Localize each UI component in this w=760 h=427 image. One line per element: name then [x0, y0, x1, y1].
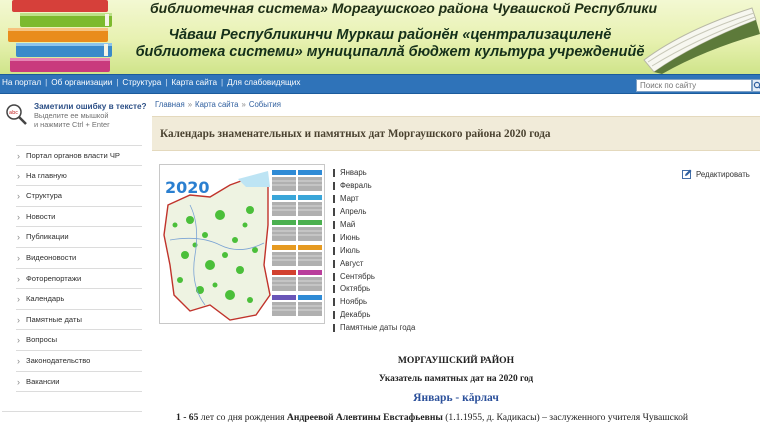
sidebar-divider — [2, 411, 142, 412]
month-link-october[interactable]: Октябрь — [333, 283, 415, 296]
magnifier-typo-icon: abc — [6, 104, 27, 125]
top-navigation: На портал | Об организации | Структура | Карта… — [0, 74, 760, 94]
header-title-line2: Чăваш Республикинчи Муркаш районĕн «цент… — [135, 27, 645, 60]
search-icon — [753, 81, 760, 89]
article-text-1: лет со дня рождения — [198, 412, 287, 423]
sidebar-item-memorable-dates[interactable]: Памятные даты — [16, 310, 142, 331]
sidebar-menu: Портал органов власти ЧР На главную Стру… — [16, 145, 142, 393]
page-title-box: Календарь знаменательных и памятных дат … — [152, 116, 760, 151]
article-person-name: Андреевой Алевтины Евстафьевны — [286, 412, 443, 423]
sidebar-item-vacancies[interactable]: Вакансии — [16, 372, 142, 393]
month-link-february[interactable]: Февраль — [333, 180, 415, 193]
breadcrumb-home[interactable]: Главная — [155, 100, 185, 109]
sidebar-item-questions[interactable]: Вопросы — [16, 330, 142, 351]
sidebar-item-news[interactable]: Новости — [16, 207, 142, 228]
sidebar-item-calendar[interactable]: Календарь — [16, 289, 142, 310]
month-link-august[interactable]: Август — [333, 258, 415, 271]
month-link-march[interactable]: Март — [333, 193, 415, 206]
month-link-july[interactable]: Июль — [333, 245, 415, 258]
article-text-2: (1.1.1955, д. Кадикасы) – заслуженного у… — [442, 412, 689, 423]
month-link-may[interactable]: Май — [333, 219, 415, 232]
article-heading-index: Указатель памятных дат на 2020 год — [378, 374, 534, 384]
month-link-january[interactable]: Январь — [333, 167, 415, 180]
month-link-june[interactable]: Июнь — [333, 232, 415, 245]
svg-text:abc: abc — [9, 110, 18, 116]
month-link-april[interactable]: Апрель — [333, 206, 415, 219]
header-banner: библиотечная система» Моргаушского район… — [0, 0, 760, 74]
nav-structure[interactable]: Структура — [122, 78, 161, 87]
nav-sitemap[interactable]: Карта сайта — [171, 78, 217, 87]
sidebar-item-legislation[interactable]: Законодательство — [16, 351, 142, 372]
search-button[interactable] — [752, 79, 760, 92]
month-link-november[interactable]: Ноябрь — [333, 296, 415, 309]
breadcrumb-sitemap[interactable]: Карта сайта — [195, 100, 238, 109]
sidebar-item-home[interactable]: На главную — [16, 166, 142, 187]
svg-text:2020: 2020 — [165, 178, 210, 197]
pencil-edit-icon — [682, 169, 692, 179]
open-book-icon — [643, 7, 760, 74]
article-heading-january: Январь - кăрлач — [413, 392, 499, 404]
typo-report-widget: abc Заметили ошибку в тексте? Выделите е… — [2, 100, 152, 130]
header-title-line1: библиотечная система» Моргаушского район… — [150, 0, 658, 16]
article-heading-district: МОРГАУШСКИЙ РАЙОН — [397, 355, 515, 366]
breadcrumb: Главная» Карта сайта» События — [155, 100, 282, 109]
search-input[interactable] — [636, 79, 752, 92]
sidebar-item-structure[interactable]: Структура — [16, 186, 142, 207]
month-link-memorable-dates[interactable]: Памятные даты года — [333, 322, 415, 335]
month-link-september[interactable]: Сентябрь — [333, 271, 415, 284]
nav-accessibility[interactable]: Для слабовидящих — [227, 78, 300, 87]
article-paragraph: 1 - 65 лет со дня рождения Андреевой Але… — [176, 412, 756, 423]
calendar-map-graphic: 2020 — [163, 170, 322, 321]
typo-hint-line2: и нажмите Ctrl + Enter — [34, 119, 110, 129]
sidebar-item-gov-portal[interactable]: Портал органов власти ЧР — [16, 145, 142, 166]
article-entry-number: 1 - 65 — [176, 412, 199, 423]
nav-about[interactable]: Об организации — [51, 78, 112, 87]
month-link-december[interactable]: Декабрь — [333, 309, 415, 322]
nav-portal[interactable]: На портал — [2, 78, 41, 87]
calendar-map-image: 2020 — [159, 164, 325, 324]
page-title: Календарь знаменательных и памятных дат … — [160, 128, 551, 140]
breadcrumb-events[interactable]: События — [249, 100, 281, 109]
sidebar-item-video-news[interactable]: Видеоновости — [16, 248, 142, 269]
edit-label: Редактировать — [696, 170, 750, 179]
books-stack-icon — [8, 0, 112, 72]
sidebar-item-photo-reports[interactable]: Фоторепортажи — [16, 269, 142, 290]
typo-title: Заметили ошибку в тексте? — [34, 102, 147, 111]
sidebar-item-publications[interactable]: Публикации — [16, 227, 142, 248]
months-list: Январь Февраль Март Апрель Май Июнь Июль… — [333, 167, 415, 335]
